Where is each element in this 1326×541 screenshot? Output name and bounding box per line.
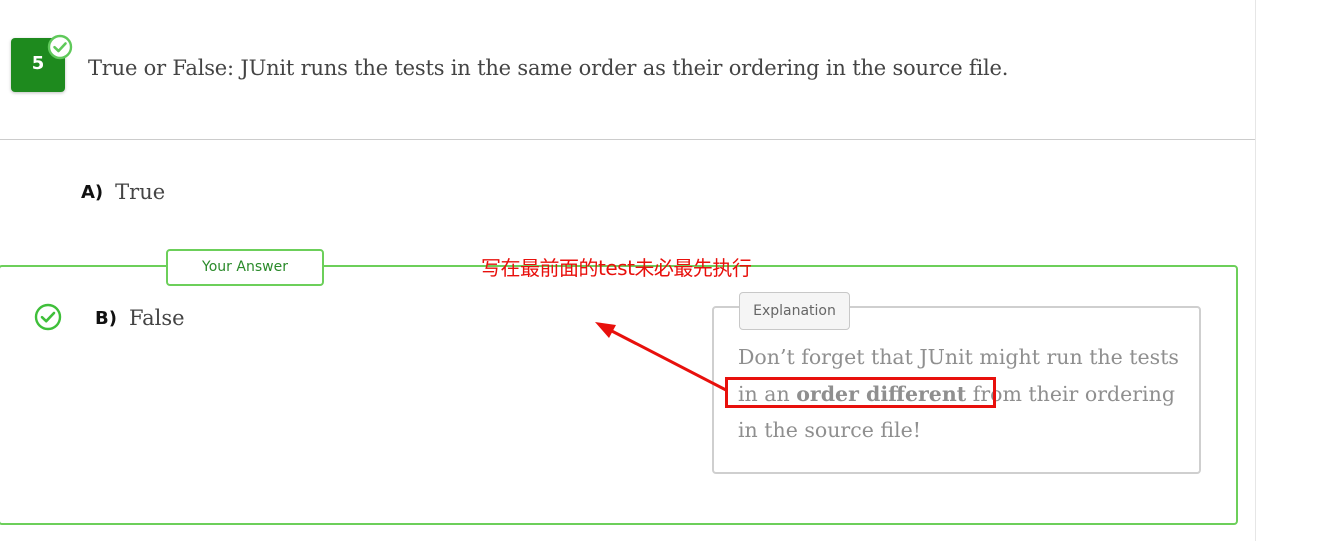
question-text: True or False: JUnit runs the tests in t… bbox=[88, 56, 1009, 80]
check-circle-icon bbox=[47, 34, 73, 60]
explanation-label: Explanation bbox=[739, 292, 850, 330]
explanation-line-1: Don’t forget that JUnit might run the te… bbox=[738, 345, 1179, 369]
option-b-letter: B) bbox=[95, 307, 117, 329]
annotation-note: 写在最前面的test未必最先执行 bbox=[481, 256, 752, 280]
option-a-letter: A) bbox=[81, 181, 104, 203]
option-a-text: True bbox=[115, 180, 166, 204]
question-divider bbox=[0, 139, 1255, 140]
annotation-highlight-box bbox=[725, 377, 996, 408]
explanation-line-3: in the source file! bbox=[738, 418, 921, 442]
check-circle-icon bbox=[34, 303, 62, 331]
option-b-text: False bbox=[128, 306, 185, 330]
option-b[interactable]: B) False bbox=[95, 306, 185, 330]
page-right-divider bbox=[1255, 0, 1256, 541]
option-a[interactable]: A) True bbox=[81, 180, 165, 204]
question-number: 5 bbox=[31, 53, 45, 74]
explanation-line-2-suffix: from their ordering bbox=[966, 381, 1175, 406]
your-answer-label: Your Answer bbox=[166, 249, 324, 286]
